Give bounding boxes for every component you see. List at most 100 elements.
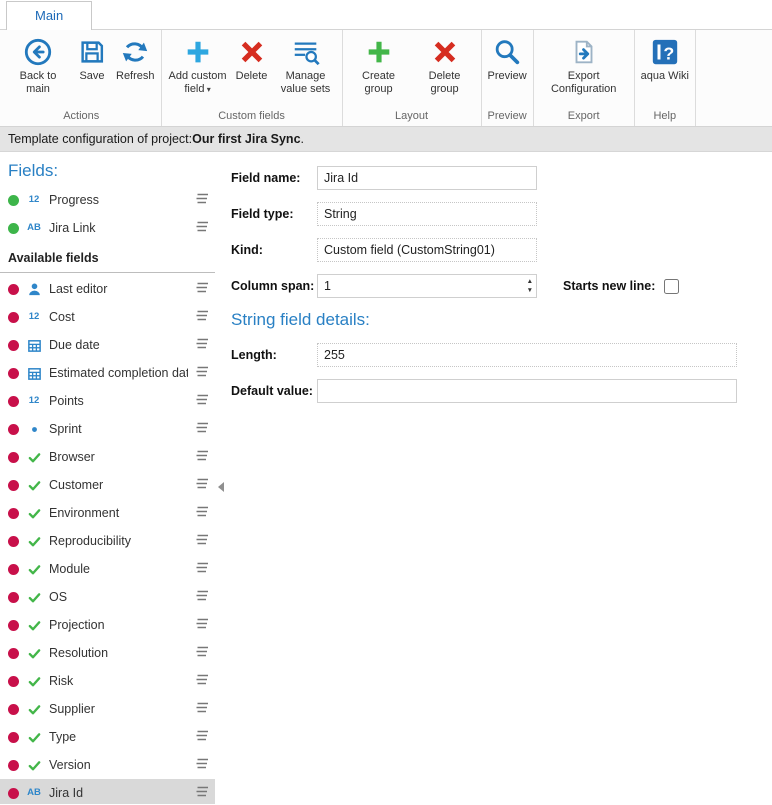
tab-main[interactable]: Main xyxy=(6,1,92,30)
status-dot-red xyxy=(8,424,19,435)
checkmark-type-icon xyxy=(25,590,43,605)
sidebar-item-due-date[interactable]: Due date xyxy=(0,331,215,359)
sidebar-item-reproducibility[interactable]: Reproducibility xyxy=(0,527,215,555)
number-type-icon: 12 xyxy=(25,396,43,406)
drag-handle-icon[interactable] xyxy=(194,673,210,689)
ribbon-button-create-group[interactable]: Create group xyxy=(346,32,412,98)
spinner-up-button[interactable]: ▲ xyxy=(527,278,533,287)
drag-handle-icon[interactable] xyxy=(194,449,210,465)
drag-handle-icon[interactable] xyxy=(194,757,210,773)
field-label: Last editor xyxy=(49,282,188,296)
ribbon-button-refresh[interactable]: Refresh xyxy=(113,32,158,85)
ribbon-button-aqua-wiki[interactable]: ?aqua Wiki xyxy=(638,32,692,85)
dropdown-caret-icon: ▾ xyxy=(205,85,211,94)
ribbon-group-actions: Back to mainSaveRefreshActions xyxy=(2,30,162,126)
ribbon-button-preview[interactable]: Preview xyxy=(485,32,530,85)
status-dot-red xyxy=(8,536,19,547)
ribbon-button-back-to-main[interactable]: Back to main xyxy=(5,32,71,98)
sidebar-item-jira-link[interactable]: ABJira Link xyxy=(0,214,215,242)
ribbon-button-export-configuration[interactable]: Export Configuration xyxy=(537,32,631,98)
drag-handle-icon[interactable] xyxy=(194,365,210,381)
drag-handle-icon[interactable] xyxy=(194,505,210,521)
drag-handle-icon[interactable] xyxy=(194,645,210,661)
sidebar-item-environment[interactable]: Environment xyxy=(0,499,215,527)
status-dot-red xyxy=(8,620,19,631)
field-name-input[interactable] xyxy=(317,166,537,190)
drag-handle-icon[interactable] xyxy=(194,729,210,745)
field-label: Jira Id xyxy=(49,786,188,800)
status-dot-red xyxy=(8,648,19,659)
drag-handle-icon[interactable] xyxy=(194,309,210,325)
collapse-arrow-icon[interactable] xyxy=(218,482,224,492)
ribbon-button-save[interactable]: Save xyxy=(71,32,113,85)
status-dot-red xyxy=(8,676,19,687)
status-dot-green xyxy=(8,223,19,234)
drag-handle-icon[interactable] xyxy=(194,220,210,236)
sidebar-item-browser[interactable]: Browser xyxy=(0,443,215,471)
spinner-down-button[interactable]: ▼ xyxy=(527,287,533,296)
sidebar-item-last-editor[interactable]: Last editor xyxy=(0,275,215,303)
sidebar-item-resolution[interactable]: Resolution xyxy=(0,639,215,667)
status-dot-red xyxy=(8,452,19,463)
drag-handle-icon[interactable] xyxy=(194,337,210,353)
ribbon-button-delete-group[interactable]: Delete group xyxy=(412,32,478,98)
ribbon: Back to mainSaveRefreshActionsAdd custom… xyxy=(0,30,772,127)
spinner-buttons: ▲ ▼ xyxy=(527,278,533,295)
status-dot-red xyxy=(8,480,19,491)
sidebar-item-projection[interactable]: Projection xyxy=(0,611,215,639)
drag-handle-icon[interactable] xyxy=(194,701,210,717)
sidebar-item-progress[interactable]: 12Progress xyxy=(0,186,215,214)
drag-handle-icon[interactable] xyxy=(194,421,210,437)
sidebar-item-jira-id[interactable]: AB Jira Id xyxy=(0,779,215,804)
ribbon-button-manage-value-sets[interactable]: Manage value sets xyxy=(273,32,339,98)
available-fields-list: Last editor12CostDue dateEstimated compl… xyxy=(0,275,215,804)
field-label: Due date xyxy=(49,338,188,352)
string-field-details-title: String field details: xyxy=(231,310,752,330)
default-value-input[interactable] xyxy=(317,379,737,403)
field-label: OS xyxy=(49,590,188,604)
status-dot-red xyxy=(8,592,19,603)
drag-handle-icon[interactable] xyxy=(194,281,210,297)
sidebar-item-version[interactable]: Version xyxy=(0,751,215,779)
default-value-label: Default value: xyxy=(231,384,317,398)
sidebar-item-points[interactable]: 12Points xyxy=(0,387,215,415)
drag-handle-icon[interactable] xyxy=(194,785,210,801)
drag-handle-icon[interactable] xyxy=(194,192,210,208)
sidebar-item-risk[interactable]: Risk xyxy=(0,667,215,695)
ribbon-button-add-custom-field[interactable]: Add custom field ▾ xyxy=(165,32,231,98)
starts-new-line-label: Starts new line: xyxy=(563,279,655,293)
sidebar-item-module[interactable]: Module xyxy=(0,555,215,583)
field-label: Cost xyxy=(49,310,188,324)
kind-input[interactable] xyxy=(317,238,537,262)
sidebar-splitter[interactable] xyxy=(215,152,227,804)
status-dot-red xyxy=(8,704,19,715)
status-dot-red xyxy=(8,340,19,351)
field-type-label: Field type: xyxy=(231,207,317,221)
sidebar-item-sprint[interactable]: Sprint xyxy=(0,415,215,443)
create-group-plus-icon xyxy=(363,36,395,68)
drag-handle-icon[interactable] xyxy=(194,393,210,409)
ribbon-button-delete[interactable]: Delete xyxy=(231,32,273,85)
column-span-input[interactable] xyxy=(317,274,537,298)
fields-title: Fields: xyxy=(0,152,215,186)
sidebar-item-customer[interactable]: Customer xyxy=(0,471,215,499)
sidebar-item-type[interactable]: Type xyxy=(0,723,215,751)
sidebar-item-cost[interactable]: 12Cost xyxy=(0,303,215,331)
sidebar-item-supplier[interactable]: Supplier xyxy=(0,695,215,723)
drag-handle-icon[interactable] xyxy=(194,617,210,633)
drag-handle-icon[interactable] xyxy=(194,589,210,605)
starts-new-line-checkbox[interactable] xyxy=(664,279,679,294)
field-type-input[interactable] xyxy=(317,202,537,226)
sidebar-item-os[interactable]: OS xyxy=(0,583,215,611)
user-type-icon xyxy=(25,282,43,297)
drag-handle-icon[interactable] xyxy=(194,561,210,577)
checkmark-type-icon xyxy=(25,702,43,717)
drag-handle-icon[interactable] xyxy=(194,477,210,493)
svg-text:?: ? xyxy=(663,44,674,64)
drag-handle-icon[interactable] xyxy=(194,533,210,549)
fields-sidebar: Fields: 12ProgressABJira Link Available … xyxy=(0,152,215,804)
sidebar-item-estimated-completion-dat[interactable]: Estimated completion dat xyxy=(0,359,215,387)
length-input[interactable] xyxy=(317,343,737,367)
text-type-icon: AB xyxy=(25,788,43,798)
field-label: Browser xyxy=(49,450,188,464)
